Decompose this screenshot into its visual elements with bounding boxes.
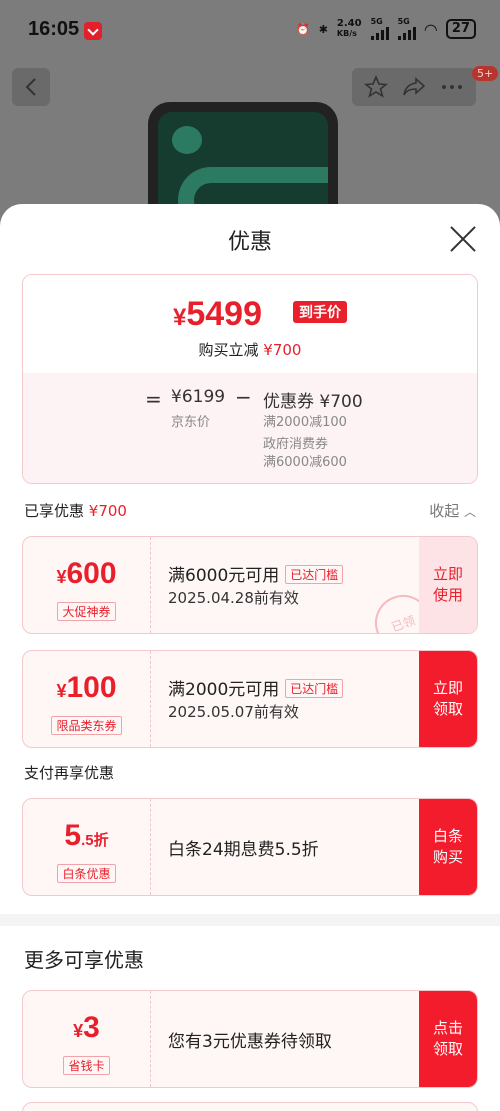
close-icon[interactable] (448, 224, 478, 254)
use-now-label: 立即使用 (432, 565, 463, 604)
claim-now-button[interactable]: 立即领取 (419, 651, 477, 747)
price-breakdown: = ¥6199 京东价 − 优惠券 ¥700 满2000减100 政府消费券 满… (23, 373, 477, 483)
battery-indicator: 27 (445, 19, 476, 39)
enjoyed-label-text: 已享优惠 (24, 502, 85, 520)
coupon-amount: 100 (66, 671, 117, 704)
equals-sign: = (145, 387, 162, 411)
enjoyed-discount-label: 已享优惠 ¥700 (24, 500, 127, 521)
save-amount: ¥700 (263, 341, 302, 359)
coupon-condition-tag: 已达门槛 (285, 565, 344, 584)
coupon-card: ¥600 大促神券 满6000元可用 已达门槛 2025.04.28前有效 已领 … (22, 536, 478, 634)
savings-card-coupon: ¥3 省钱卡 您有3元优惠券待领取 点击领取 (22, 990, 478, 1088)
coupon-condition-tag: 已达门槛 (285, 679, 344, 698)
coupon-valid-date: 2025.04.28前有效 (168, 589, 299, 607)
status-time: 16:05 (28, 18, 80, 40)
status-bar: 16:05 ⏰ ✱ 2.40 KB/s 5G 5G ◠ 27 (0, 0, 500, 62)
minus-sign: − (235, 385, 252, 409)
coupon-amount: 3 (83, 1011, 100, 1044)
share-icon[interactable] (402, 75, 426, 99)
section-divider (0, 914, 500, 926)
coupon-kind: 大促神券 (57, 602, 116, 621)
discount-sheet: 优惠 ¥5499 到手价 购买立减 ¥700 = ¥6199 京东价 − 优惠券… (0, 204, 500, 1111)
top-action-group (352, 68, 476, 106)
baitiao-buy-button[interactable]: 白条购买 (419, 799, 477, 895)
chevron-left-icon (25, 78, 36, 96)
coupon-line: 满2000减100 (263, 415, 347, 430)
star-icon[interactable] (364, 75, 388, 99)
pay-discount-card: 5.5折 白条优惠 白条24期息费5.5折 白条购买 (22, 798, 478, 896)
collapse-button[interactable]: 收起 ︿ (429, 500, 476, 521)
app-notification-icon (84, 22, 102, 40)
more-discounts-title: 更多可享优惠 (24, 948, 144, 972)
coupon-currency: ¥ (56, 567, 67, 587)
signal-bars-icon (370, 26, 389, 40)
coupon-amount: 600 (66, 557, 117, 590)
coupon-line: 满6000减600 (263, 455, 347, 470)
jd-price: ¥6199 (171, 387, 226, 407)
wifi-icon: ◠ (424, 19, 437, 39)
final-price-value: 5499 (186, 295, 262, 333)
coupon-currency: ¥ (56, 681, 67, 701)
coupon-kind: 限品类东券 (51, 716, 122, 735)
enjoyed-amount: ¥700 (88, 502, 127, 520)
signal-1-label: 5G (370, 17, 383, 26)
net-speed: 2.40 KB/s (337, 19, 362, 39)
save-text: 购买立减 (198, 341, 259, 359)
alarm-icon: ⏰ (295, 22, 310, 36)
coupon-total: 优惠券 ¥700 (263, 392, 363, 412)
net-speed-unit: KB/s (336, 29, 357, 38)
coupon-condition: 满6000元可用 已达门槛 (168, 561, 344, 586)
status-icons: ⏰ ✱ 2.40 KB/s 5G 5G ◠ 27 (296, 18, 476, 40)
baitiao-buy-label: 白条购买 (432, 827, 463, 866)
price-summary-card: ¥5499 到手价 购买立减 ¥700 = ¥6199 京东价 − 优惠券 ¥7… (22, 274, 478, 484)
final-price-currency: ¥ (173, 304, 187, 331)
chevron-up-icon: ︿ (463, 505, 476, 519)
cart-badge: 5+ (472, 66, 499, 81)
coupon-kind: 省钱卡 (63, 1056, 110, 1075)
back-button[interactable] (12, 68, 50, 106)
coupon-condition-text: 满2000元可用 (168, 680, 280, 700)
coupon-line: 政府消费券 (263, 437, 329, 452)
signal-bars-icon (397, 26, 416, 40)
net-speed-value: 2.40 (336, 18, 362, 29)
sheet-title: 优惠 (227, 230, 272, 255)
more-icon[interactable] (440, 75, 464, 99)
click-claim-label: 点击领取 (432, 1019, 463, 1058)
next-coupon-card-peek (22, 1102, 478, 1111)
pay-section-label: 支付再享优惠 (24, 764, 115, 782)
coupon-card: ¥100 限品类东券 满2000元可用 已达门槛 2025.05.07前有效 立即… (22, 650, 478, 748)
coupon-condition-text: 满6000元可用 (168, 566, 280, 586)
signal-1: 5G (370, 17, 389, 40)
signal-2: 5G (397, 17, 416, 40)
bluetooth-icon: ✱ (318, 22, 328, 36)
coupon-condition: 满2000元可用 已达门槛 (168, 675, 344, 700)
coupon-valid-date: 2025.05.07前有效 (168, 703, 299, 721)
click-claim-button[interactable]: 点击领取 (419, 991, 477, 1087)
coupon-currency: ¥ (73, 1021, 84, 1041)
signal-2-label: 5G (397, 17, 410, 26)
collapse-label: 收起 (429, 502, 460, 520)
pay-discount-desc: 白条24期息费5.5折 (168, 840, 319, 860)
final-price-tag: 到手价 (293, 301, 347, 323)
save-line: 购买立减 ¥700 (23, 339, 477, 360)
pay-discount-amount: 5 (64, 819, 82, 852)
claim-now-label: 立即领取 (432, 679, 463, 718)
pay-discount-unit: .5折 (81, 832, 109, 849)
pay-discount-kind: 白条优惠 (57, 864, 116, 883)
coupon-desc: 您有3元优惠券待领取 (168, 1032, 332, 1052)
use-now-button[interactable]: 立即使用 (419, 537, 477, 633)
final-price: ¥5499 (173, 295, 262, 334)
jd-price-label: 京东价 (171, 415, 211, 430)
